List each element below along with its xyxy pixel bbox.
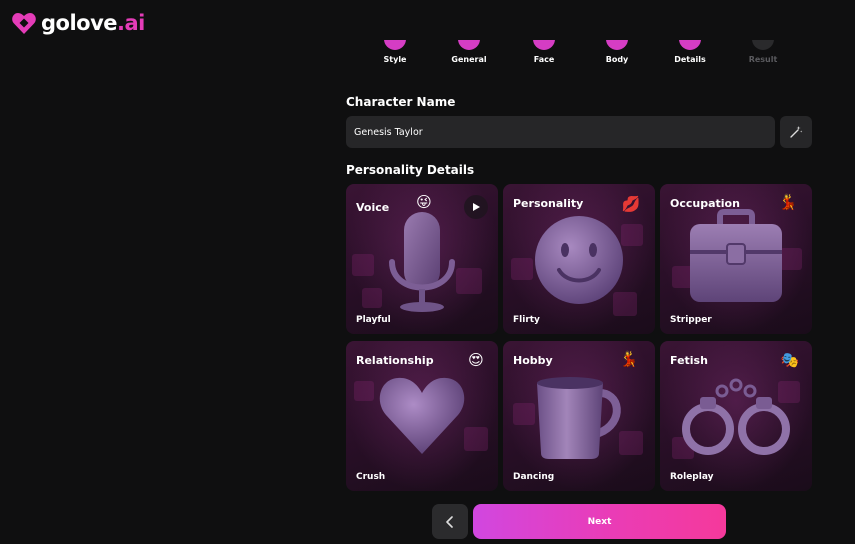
chevron-left-icon — [446, 515, 453, 528]
brand-logo[interactable]: golove.ai — [11, 10, 145, 36]
play-icon — [473, 203, 480, 211]
heart-logo-icon — [12, 13, 36, 35]
step-dot — [458, 40, 480, 50]
personality-grid: Voice 😜 Playful Personality 💋 Flirty Occ… — [346, 184, 812, 492]
step-style[interactable]: Style — [360, 40, 430, 64]
emoji-icon: 😜 — [416, 193, 432, 211]
step-dot — [679, 40, 701, 50]
emoji-icon: 🎭 — [780, 351, 800, 369]
step-dot — [533, 40, 555, 50]
generate-name-button[interactable] — [780, 116, 812, 148]
card-occupation[interactable]: Occupation 💃 Stripper — [660, 184, 812, 334]
step-general[interactable]: General — [434, 40, 504, 64]
play-voice-button[interactable] — [464, 195, 488, 219]
emoji-icon: 💋 — [621, 195, 641, 213]
character-name-heading: Character Name — [346, 95, 456, 109]
back-button[interactable] — [432, 504, 468, 539]
step-dot — [384, 40, 406, 50]
personality-heading: Personality Details — [346, 163, 475, 177]
card-personality[interactable]: Personality 💋 Flirty — [503, 184, 655, 334]
step-dot — [752, 40, 774, 50]
step-details[interactable]: Details — [655, 40, 725, 64]
step-face[interactable]: Face — [509, 40, 579, 64]
magic-wand-icon — [790, 126, 803, 138]
emoji-icon: 😍 — [468, 351, 484, 369]
step-progress: Style General Face Body Details Result — [0, 40, 855, 88]
card-hobby[interactable]: Hobby 💃 Dancing — [503, 341, 655, 491]
card-relationship[interactable]: Relationship 😍 Crush — [346, 341, 498, 491]
step-dot — [606, 40, 628, 50]
card-fetish[interactable]: Fetish 🎭 Roleplay — [660, 341, 812, 491]
brand-name: golove.ai — [41, 11, 145, 35]
emoji-icon: 💃 — [778, 193, 798, 211]
character-name-input[interactable] — [346, 116, 775, 148]
emoji-icon: 💃 — [619, 350, 639, 368]
step-result[interactable]: Result — [728, 40, 798, 64]
next-button[interactable]: Next — [473, 504, 726, 539]
step-body[interactable]: Body — [582, 40, 652, 64]
card-voice[interactable]: Voice 😜 Playful — [346, 184, 498, 334]
